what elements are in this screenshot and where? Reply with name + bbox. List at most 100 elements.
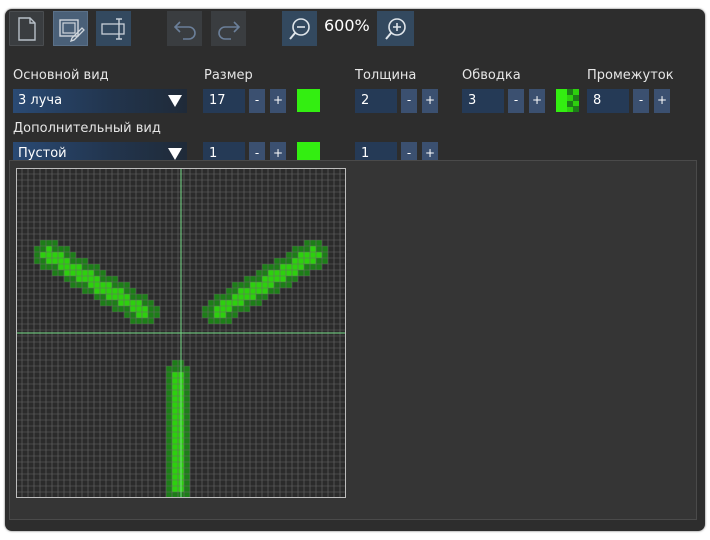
grid-pixel: [112, 282, 118, 288]
gap-label: Промежуток: [587, 68, 674, 83]
grid-pixel: [112, 306, 118, 312]
gap-increment-button[interactable]: +: [654, 89, 670, 113]
grid-pixel: [112, 276, 118, 282]
outline-color-swatch[interactable]: [556, 89, 579, 112]
grid-pixel: [118, 288, 124, 294]
grid-pixel: [172, 444, 178, 450]
grid-pixel: [88, 264, 94, 270]
grid-pixel: [46, 258, 52, 264]
grid-pixel: [88, 282, 94, 288]
edit-button[interactable]: [53, 11, 88, 46]
undo-button[interactable]: [167, 11, 202, 46]
grid-pixel: [172, 384, 178, 390]
grid-pixel: [142, 294, 148, 300]
size-decrement-button[interactable]: -: [249, 89, 265, 113]
grid-pixel: [166, 438, 172, 444]
grid-pixel: [184, 438, 190, 444]
grid-pixel: [76, 282, 82, 288]
grid-pixel: [184, 396, 190, 402]
grid-pixel: [46, 246, 52, 252]
gap-decrement-button[interactable]: -: [633, 89, 649, 113]
grid-pixel: [70, 270, 76, 276]
outline-decrement-button[interactable]: -: [508, 89, 524, 113]
grid-pixel: [118, 306, 124, 312]
grid-pixel: [130, 312, 136, 318]
extra-view-value: Пустой: [18, 146, 67, 161]
grid-pixel: [166, 384, 172, 390]
grid-pixel: [286, 276, 292, 282]
grid-pixel: [184, 414, 190, 420]
main-view-select[interactable]: 3 луча: [13, 89, 187, 113]
grid-pixel: [166, 378, 172, 384]
grid-pixel: [100, 294, 106, 300]
grid-pixel: [226, 300, 232, 306]
grid-pixel: [184, 378, 190, 384]
thickness-label: Толщина: [355, 68, 417, 83]
grid-pixel: [88, 276, 94, 282]
grid-pixel: [286, 270, 292, 276]
grid-pixel: [46, 252, 52, 258]
grid-pixel: [64, 264, 70, 270]
grid-pixel: [130, 318, 136, 324]
grid-pixel: [166, 396, 172, 402]
text-field-button[interactable]: [96, 11, 131, 46]
zoom-in-button[interactable]: [377, 11, 414, 46]
grid-pixel: [184, 456, 190, 462]
grid-pixel: [82, 282, 88, 288]
new-document-button[interactable]: [9, 11, 44, 46]
outline-input[interactable]: 3: [462, 89, 504, 113]
thickness-increment-button[interactable]: +: [422, 89, 438, 113]
grid-pixel: [232, 300, 238, 306]
grid-pixel: [172, 474, 178, 480]
grid-pixel: [166, 366, 172, 372]
grid-pixel: [166, 432, 172, 438]
outline-increment-button[interactable]: +: [529, 89, 545, 113]
grid-pixel: [64, 252, 70, 258]
grid-pixel: [184, 420, 190, 426]
size-input[interactable]: 17: [203, 89, 245, 113]
thickness-input[interactable]: 2: [355, 89, 397, 113]
grid-pixel: [118, 300, 124, 306]
grid-pixel: [166, 426, 172, 432]
grid-pixel: [184, 402, 190, 408]
grid-pixel: [172, 420, 178, 426]
grid-pixel: [226, 288, 232, 294]
grid-pixel: [172, 486, 178, 492]
grid-pixel: [76, 264, 82, 270]
grid-pixel: [64, 258, 70, 264]
grid-pixel: [64, 270, 70, 276]
grid-pixel: [172, 432, 178, 438]
grid-pixel: [154, 312, 160, 318]
size-increment-button[interactable]: +: [270, 89, 286, 113]
grid-pixel: [220, 294, 226, 300]
crosshair-preview-grid[interactable]: [15, 167, 347, 499]
gap-input[interactable]: 8: [587, 89, 629, 113]
thickness-decrement-button[interactable]: -: [401, 89, 417, 113]
grid-pixel: [286, 282, 292, 288]
grid-pixel: [298, 264, 304, 270]
new-document-icon: [17, 16, 36, 41]
grid-pixel: [262, 270, 268, 276]
grid-pixel: [58, 258, 64, 264]
grid-pixel: [226, 312, 232, 318]
grid-pixel: [316, 264, 322, 270]
grid-pixel: [244, 282, 250, 288]
grid-pixel: [142, 306, 148, 312]
grid-pixel: [124, 294, 130, 300]
grid-pixel: [136, 306, 142, 312]
grid-pixel: [244, 300, 250, 306]
grid-pixel: [184, 384, 190, 390]
grid-pixel: [172, 414, 178, 420]
main-color-swatch[interactable]: [297, 89, 320, 112]
grid-pixel: [250, 300, 256, 306]
grid-pixel: [148, 312, 154, 318]
grid-pixel: [172, 366, 178, 372]
grid-pixel: [184, 432, 190, 438]
redo-button[interactable]: [211, 11, 246, 46]
pixel-grid[interactable]: [15, 167, 347, 499]
grid-pixel: [238, 300, 244, 306]
grid-pixel: [220, 312, 226, 318]
grid-pixel: [106, 276, 112, 282]
grid-pixel: [58, 246, 64, 252]
zoom-out-button[interactable]: [282, 11, 317, 46]
